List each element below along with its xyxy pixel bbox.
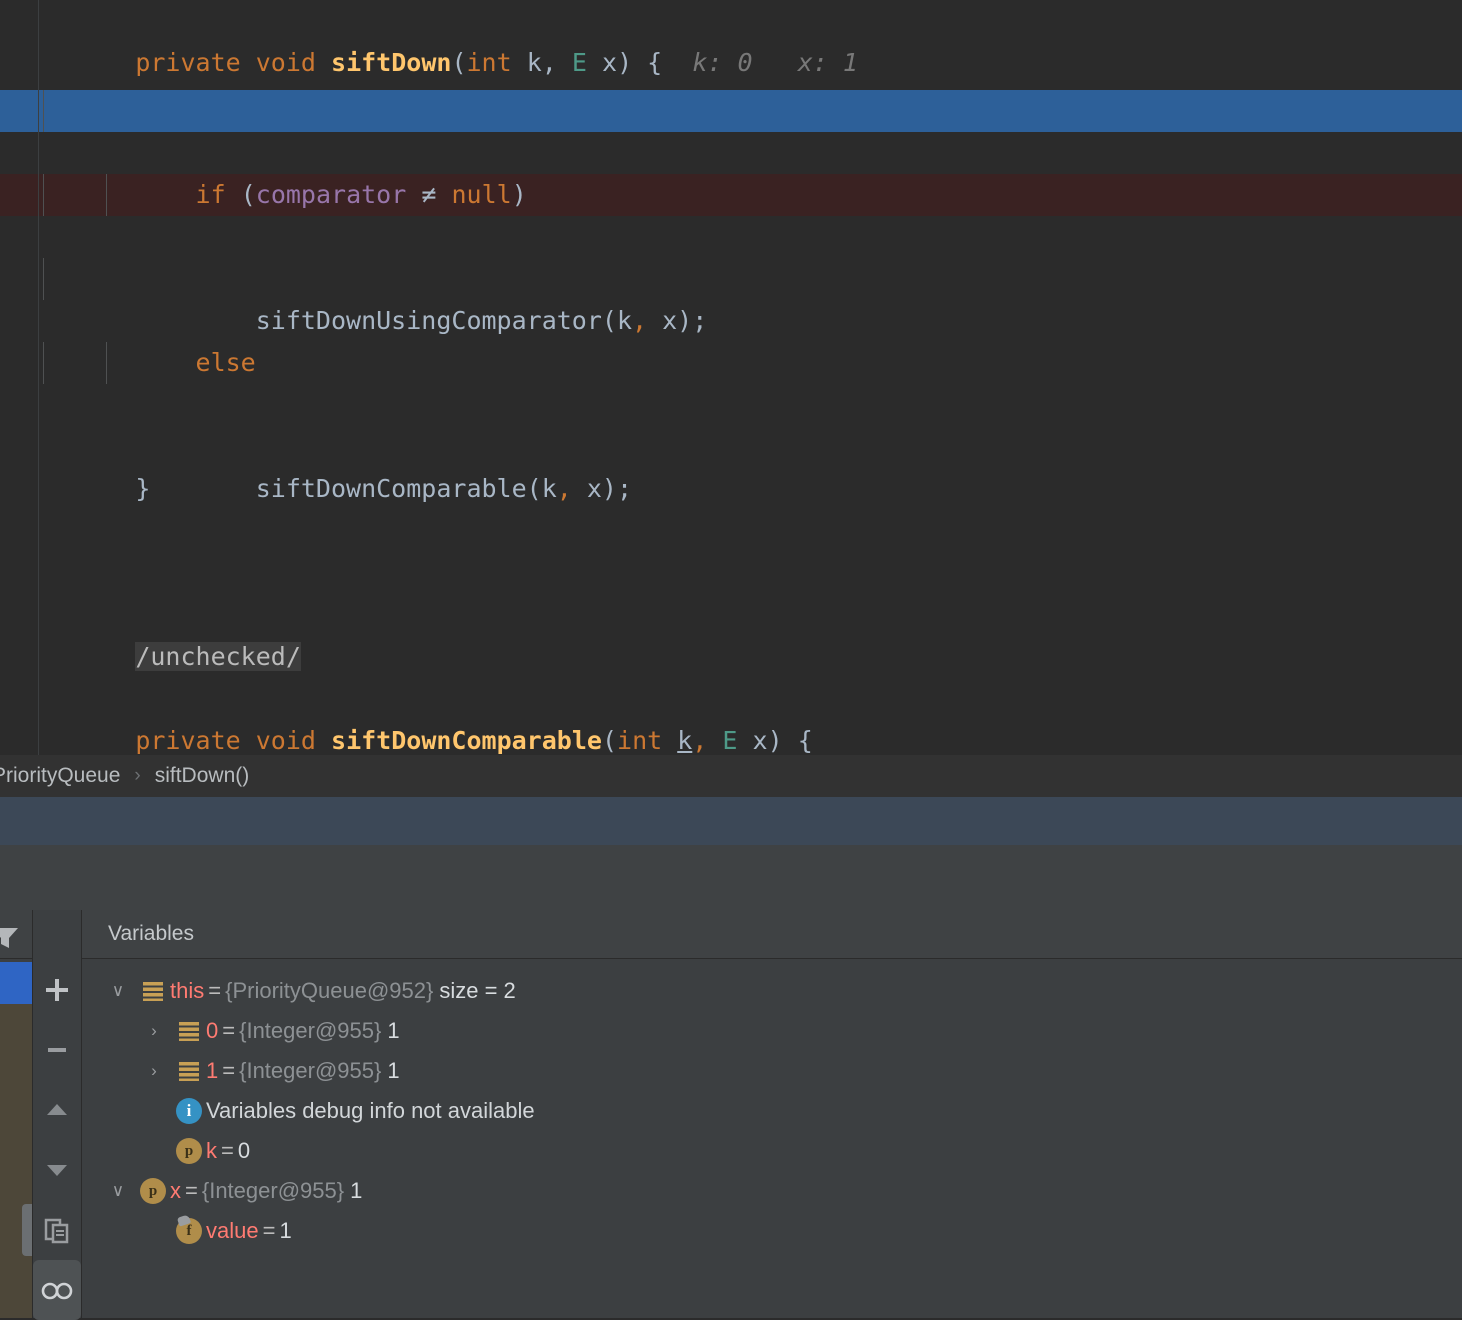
equals-sign: =	[208, 978, 222, 1003]
array-icon	[172, 1020, 206, 1042]
table-row[interactable]: f value = 1	[82, 1211, 1462, 1251]
variables-tab[interactable]: Variables	[82, 910, 1462, 959]
equals-sign: =	[185, 1178, 198, 1203]
chevron-right-icon[interactable]: ›	[136, 1061, 172, 1081]
remove-watch-button[interactable]	[33, 1020, 81, 1080]
table-row[interactable]: › 1 = {Integer@955} 1	[82, 1051, 1462, 1091]
code-line-1[interactable]: private void siftDown(int k, E x) { k: 0…	[0, 0, 1462, 77]
table-row[interactable]: ∨ this = {PriorityQueue@952} size = 2	[82, 971, 1462, 1011]
variable-value: 1	[350, 1178, 363, 1203]
chevron-right-icon[interactable]: ›	[136, 1021, 172, 1041]
code-line-6[interactable]: }	[0, 426, 1462, 503]
inline-hint-k: k: 0	[692, 48, 753, 77]
equals-sign: =	[222, 1018, 236, 1043]
debug-panel: Variables ∨ this = {PriorityQueue@952} s…	[0, 910, 1462, 1320]
equals-sign: =	[221, 1138, 234, 1163]
threads-strip[interactable]	[0, 1004, 38, 1318]
array-icon	[136, 980, 170, 1002]
code-line-7-blank[interactable]	[0, 510, 1462, 552]
field-icon: f	[172, 1214, 206, 1244]
table-row[interactable]: › 0 = {Integer@955} 1	[82, 1011, 1462, 1051]
variable-name: value	[206, 1218, 259, 1243]
plus-icon	[46, 979, 68, 1001]
minus-icon	[48, 1048, 66, 1052]
variable-ref: {Integer@955}	[239, 1058, 382, 1083]
equals-sign: =	[222, 1058, 236, 1083]
frame-selected-indicator[interactable]	[0, 962, 32, 1004]
debug-toolbar-strip	[0, 845, 1462, 910]
watch-toolbar	[33, 960, 81, 1320]
code-line-4[interactable]: else	[0, 258, 1462, 377]
variable-value: 0	[237, 1138, 251, 1163]
code-line-8-annotation[interactable]: /unchecked/	[0, 594, 1462, 671]
code-line-2-current[interactable]: if (comparator ≠ null)	[0, 90, 1462, 209]
variable-value: size = 2	[439, 978, 516, 1003]
variable-ref: {Integer@955}	[239, 1018, 382, 1043]
chevron-right-icon: ›	[134, 765, 141, 786]
table-row[interactable]: p k = 0	[82, 1131, 1462, 1171]
unchecked-annotation: /unchecked/	[135, 642, 301, 671]
variables-tab-label: Variables	[108, 922, 194, 945]
table-row[interactable]: ∨ p x = {Integer@955} 1	[82, 1171, 1462, 1211]
variable-ref: {Integer@955}	[201, 1178, 345, 1203]
gutter-divider	[38, 0, 39, 755]
variable-value: 1	[279, 1218, 292, 1243]
variable-name: this	[170, 978, 205, 1003]
variable-value: 1	[387, 1058, 400, 1083]
chevron-down-icon[interactable]: ∨	[100, 1181, 136, 1201]
filter-icon	[0, 928, 18, 948]
chevron-down-icon[interactable]: ∨	[100, 981, 136, 1001]
move-down-button[interactable]	[33, 1140, 81, 1200]
watches-button[interactable]	[33, 1260, 81, 1320]
breadcrumb-method[interactable]: siftDown()	[151, 764, 254, 788]
inline-hint-x: x: 1	[797, 48, 858, 77]
copy-icon	[44, 1218, 69, 1244]
variable-name: k	[206, 1138, 217, 1163]
glasses-icon	[41, 1282, 73, 1300]
variable-value: 1	[387, 1018, 400, 1043]
code-line-9[interactable]: private void siftDownComparable(int k, E…	[0, 678, 1462, 755]
variables-tree[interactable]: ∨ this = {PriorityQueue@952} size = 2 › …	[82, 959, 1462, 1318]
filter-button[interactable]	[0, 910, 32, 959]
variable-name: 0	[206, 1018, 219, 1043]
arrow-up-icon	[47, 1104, 67, 1115]
breadcrumb-class[interactable]: PriorityQueue	[0, 764, 124, 788]
parameter-icon: p	[172, 1138, 206, 1164]
equals-sign: =	[262, 1218, 276, 1243]
copy-value-button[interactable]	[33, 1200, 81, 1260]
variable-name: x	[170, 1178, 181, 1203]
info-icon: i	[172, 1098, 206, 1124]
move-up-button[interactable]	[33, 1080, 81, 1140]
list-item: i Variables debug info not available	[82, 1091, 1462, 1131]
breadcrumb: PriorityQueue › siftDown()	[0, 755, 1462, 797]
variable-name: 1	[206, 1058, 219, 1083]
array-icon	[172, 1060, 206, 1082]
code-editor[interactable]: private void siftDown(int k, E x) { k: 0…	[0, 0, 1462, 755]
debug-left-column	[0, 910, 38, 1318]
debug-session-strip	[0, 797, 1462, 846]
arrow-down-icon	[47, 1165, 67, 1176]
debug-info-message: Variables debug info not available	[206, 1098, 535, 1123]
add-watch-button[interactable]	[33, 960, 81, 1020]
parameter-icon: p	[136, 1178, 170, 1204]
ide-window: private void siftDown(int k, E x) { k: 0…	[0, 0, 1462, 1320]
variable-ref: {PriorityQueue@952}	[225, 978, 434, 1003]
